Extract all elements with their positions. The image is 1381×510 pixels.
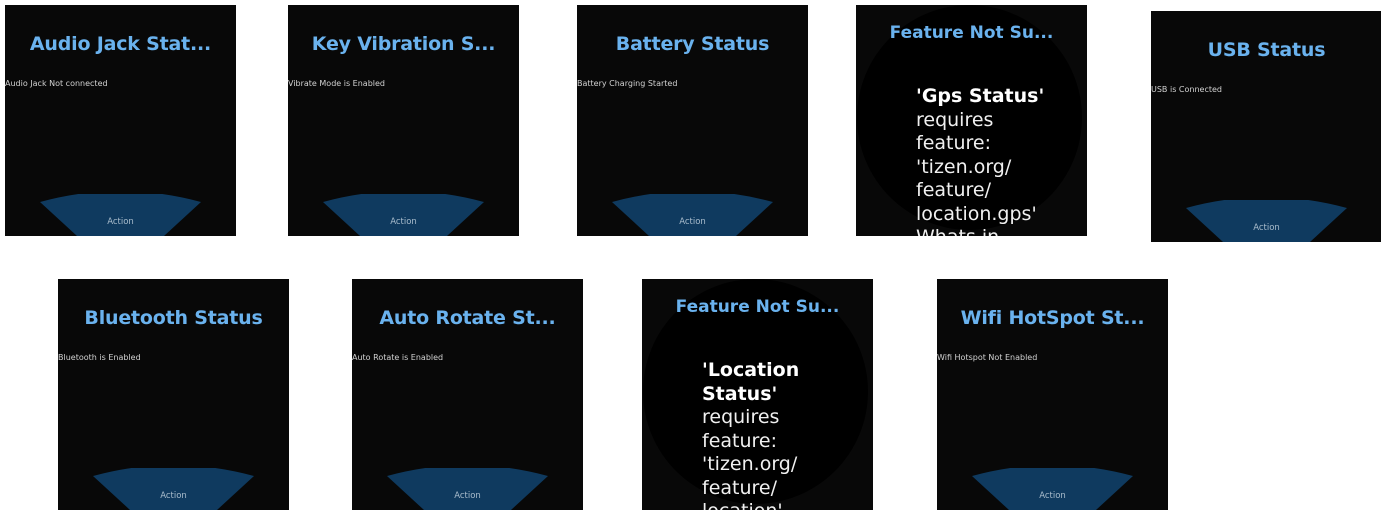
panel-title: Audio Jack Stat... [29,33,212,55]
panel-wifi-hotspot: Wifi HotSpot St... Wifi Hotspot Not Enab… [937,279,1168,510]
panel-title: Key Vibration S... [311,33,496,55]
action-button[interactable]: Action [352,491,583,501]
message-line: feature/ [702,476,777,499]
message-line: feature: [702,429,777,452]
message-line: requires [702,406,780,428]
action-button[interactable]: Action [577,217,808,227]
action-button[interactable]: Action [288,217,519,227]
status-message: Battery Charging Started [577,79,678,88]
popup-message[interactable]: 'Location Status' requires feature: 'tiz… [702,359,872,510]
action-button[interactable]: Action [1151,223,1381,233]
feature-name: Status' [702,382,778,405]
panel-battery: Battery Status Battery Charging Started … [577,5,808,236]
panel-title: USB Status [1207,39,1326,61]
action-button-shape[interactable] [612,194,773,236]
panel-location-popup: Feature Not Su... 'Location Status' requ… [642,279,873,510]
message-line: feature: [916,132,991,154]
message-line: requires [916,108,994,131]
message-line: feature/ [916,179,991,201]
status-message: Wifi Hotspot Not Enabled [937,353,1038,362]
action-button-shape[interactable] [972,468,1133,510]
action-button-shape[interactable] [323,194,484,236]
panel-audio-jack: Audio Jack Stat... Audio Jack Not connec… [5,5,236,236]
panel-title: Battery Status [615,33,770,55]
action-button[interactable]: Action [58,491,289,501]
panel-title: Bluetooth Status [84,307,263,329]
action-button[interactable]: Action [5,217,236,227]
action-button-shape[interactable] [93,468,254,510]
panel-key-vibration: Key Vibration S... Vibrate Mode is Enabl… [288,5,519,236]
panel-usb: USB Status USB is Connected Action [1151,11,1381,242]
panel-title: Wifi HotSpot St... [960,307,1145,329]
feature-name: 'Location [702,359,800,381]
action-button-shape[interactable] [387,468,548,510]
status-message: Bluetooth is Enabled [58,353,141,362]
action-button-shape[interactable] [40,194,201,236]
message-line: 'tizen.org/ [702,453,798,475]
status-message: Vibrate Mode is Enabled [288,79,385,88]
panel-title: Auto Rotate St... [379,307,556,329]
panel-auto-rotate: Auto Rotate St... Auto Rotate is Enabled… [352,279,583,510]
message-line: Whats in... [916,226,1086,236]
message-line: 'tizen.org/ [916,155,1012,178]
status-message: Audio Jack Not connected [5,79,108,88]
panel-gps-popup: Feature Not Su... 'Gps Status' requires … [856,5,1087,236]
popup-title: Feature Not Su... [675,297,840,317]
panel-bluetooth: Bluetooth Status Bluetooth is Enabled Ac… [58,279,289,510]
action-button[interactable]: Action [937,491,1168,501]
popup-title: Feature Not Su... [889,23,1054,43]
message-line: location.gps' [916,202,1037,225]
popup-message[interactable]: 'Gps Status' requires feature: 'tizen.or… [916,85,1086,236]
action-button-shape[interactable] [1186,200,1347,242]
status-message: Auto Rotate is Enabled [352,353,444,362]
status-message: USB is Connected [1151,85,1222,94]
feature-name: 'Gps Status' [916,85,1045,107]
